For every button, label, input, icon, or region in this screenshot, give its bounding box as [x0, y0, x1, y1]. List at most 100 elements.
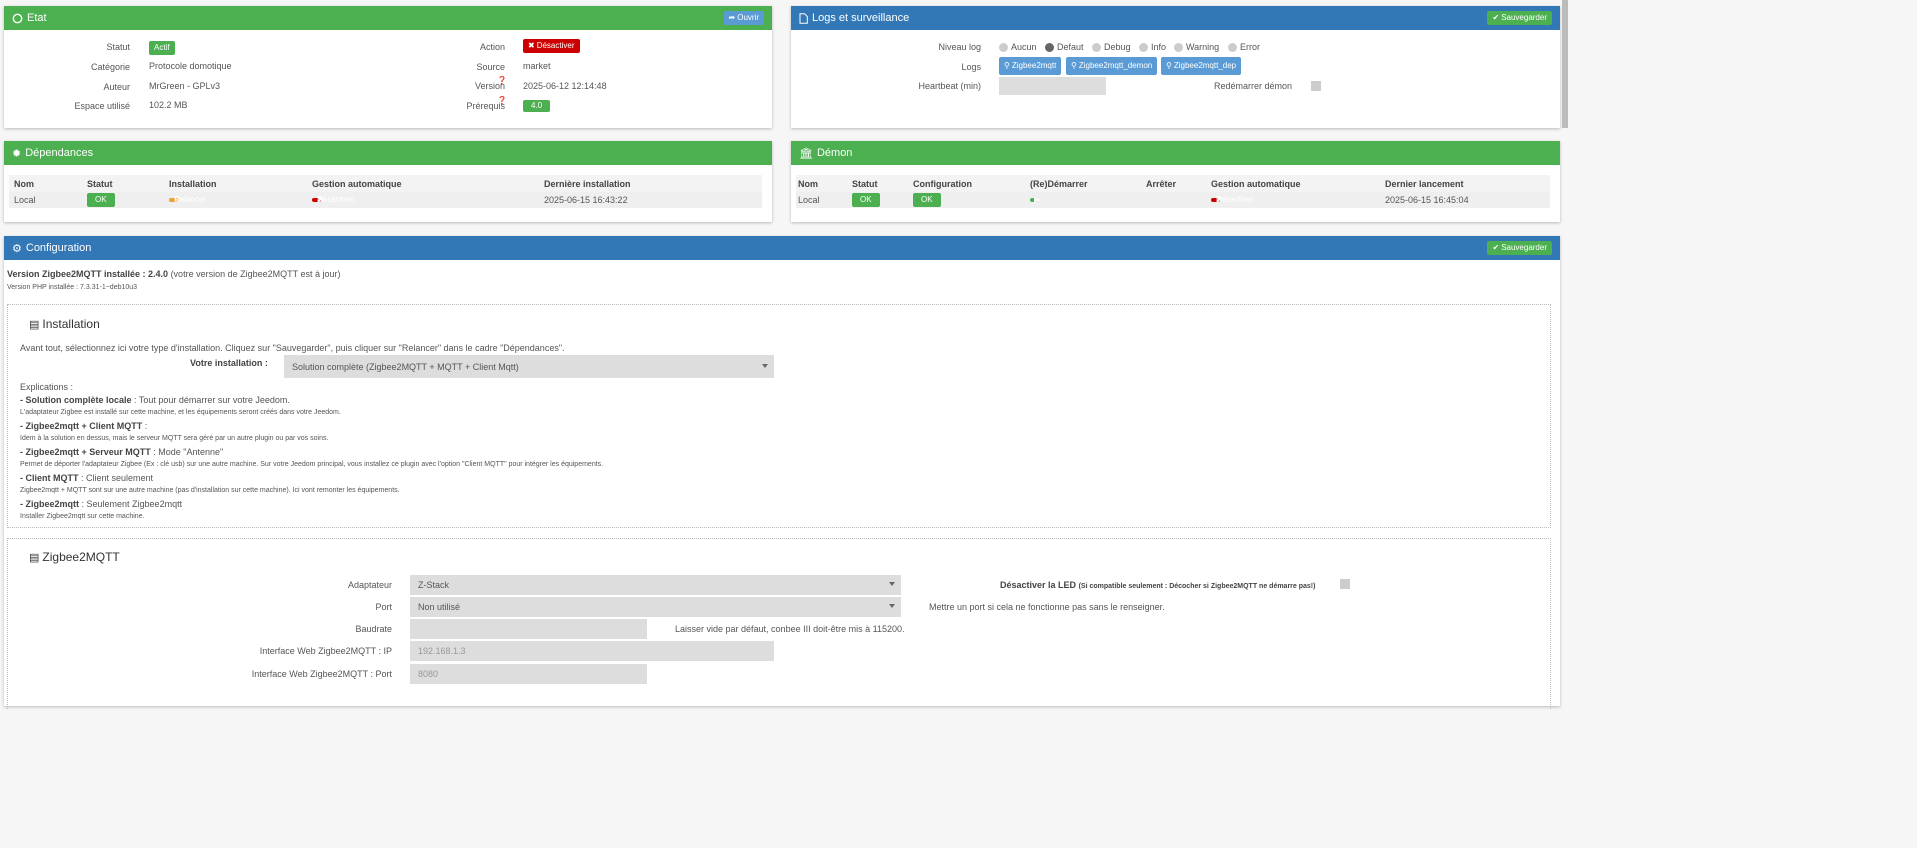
col-header: Configuration	[913, 178, 972, 189]
col-header: Statut	[852, 178, 878, 189]
col-header: (Re)Démarrer	[1030, 178, 1088, 189]
explication-desc: Idem à la solution en dessus, mais le se…	[20, 435, 329, 442]
dependances-panel: ✹ Dépendances Nom Statut Installation Ge…	[4, 141, 772, 222]
radio-selected-icon	[1045, 43, 1054, 53]
table-header-row: Nom Statut Installation Gestion automati…	[9, 175, 762, 192]
log-level-debug[interactable]: Debug	[1092, 42, 1131, 53]
etat-header: Etat ➦ Ouvrir	[4, 6, 772, 30]
log-level-info[interactable]: Info	[1139, 42, 1166, 53]
col-header: Nom	[14, 178, 34, 189]
restart-button[interactable]: ▶	[1030, 195, 1041, 204]
scrollbar[interactable]	[1562, 0, 1568, 128]
certificate-icon: ✹	[12, 147, 22, 160]
radio-icon	[999, 43, 1008, 53]
help-icon[interactable]: ❓	[497, 96, 507, 105]
statut-badge: Actif	[149, 41, 175, 55]
col-header: Dernière installation	[544, 178, 631, 189]
demon-table: Nom Statut Configuration (Re)Démarrer Ar…	[796, 175, 1550, 208]
adaptateur-label: Adaptateur	[347, 580, 392, 590]
demon-configuration-badge: OK	[913, 193, 941, 207]
web-port-label: Interface Web Zigbee2MQTT : Port	[251, 669, 392, 679]
heartbeat-input[interactable]	[999, 77, 1106, 95]
led-label: Désactiver la LED (Si compatible seuleme…	[1000, 580, 1316, 590]
help-icon[interactable]: ❓	[497, 76, 507, 85]
explication-item: - Zigbee2mqtt + Client MQTT :	[20, 421, 148, 431]
list-icon: ▤	[29, 318, 40, 331]
configuration-title: ⚙ Configuration	[12, 242, 92, 255]
auteur-value: MrGreen - GPLv3	[149, 81, 221, 91]
action-label: Action	[479, 42, 505, 52]
etat-title: Etat	[12, 12, 47, 24]
heartbeat-label: Heartbeat (min)	[918, 81, 981, 91]
espace-label: Espace utilisé	[74, 101, 130, 111]
explication-desc: L'adaptateur Zigbee est installé sur cet…	[20, 409, 341, 416]
log-level-defaut[interactable]: Defaut	[1045, 42, 1084, 53]
close-icon: ✖	[528, 41, 535, 50]
version-note: (votre version de Zigbee2MQTT est à jour…	[168, 269, 341, 279]
installation-select[interactable]: Solution complète (Zigbee2MQTT + MQTT + …	[284, 355, 774, 378]
radio-icon	[1228, 43, 1237, 53]
config-save-button[interactable]: ✔ Sauvegarder	[1487, 241, 1552, 255]
web-ip-input[interactable]: 192.168.1.3	[410, 641, 774, 661]
port-select[interactable]: Non utilisé	[410, 597, 901, 617]
circle-icon	[12, 13, 23, 23]
col-header: Gestion automatique	[312, 178, 402, 189]
explication-desc: Zigbee2mqtt + MQTT sont sur une autre ma…	[20, 487, 400, 494]
cogs-icon: ⚙	[12, 242, 22, 255]
radio-icon	[1139, 43, 1148, 53]
explication-item: - Zigbee2mqtt + Serveur MQTT : Mode "Ant…	[20, 447, 224, 457]
logs-title: Logs et surveillance	[799, 12, 909, 24]
prerequis-label: Prérequis	[466, 101, 505, 111]
dependances-title: ✹ Dépendances	[12, 147, 94, 160]
dep-nom: Local	[14, 195, 36, 205]
logs-label: Logs	[961, 62, 981, 72]
logs-save-button[interactable]: ✔ Sauvegarder	[1487, 11, 1552, 25]
paperclip-icon: ⚲	[1004, 61, 1010, 70]
web-ip-label: Interface Web Zigbee2MQTT : IP	[259, 646, 392, 656]
dep-derniere-installation: 2025-06-15 16:43:22	[544, 195, 628, 205]
file-icon	[799, 12, 808, 24]
log-button-dep[interactable]: ⚲ Zigbee2mqtt_dep	[1161, 57, 1242, 75]
logs-panel: Logs et surveillance ✔ Sauvegarder Niveau…	[791, 6, 1560, 128]
caret-down-icon	[889, 604, 895, 608]
prerequis-badge: 4.0	[523, 100, 551, 112]
baudrate-input[interactable]	[410, 619, 647, 639]
log-button-zigbee2mqtt[interactable]: ⚲ Zigbee2mqtt	[999, 57, 1062, 75]
installation-fieldset	[7, 304, 1551, 528]
restart-demon-checkbox[interactable]	[1311, 81, 1321, 91]
demon-panel: 🏛 Démon Nom Statut Configuration (Re)Dém…	[791, 141, 1560, 222]
adaptateur-select[interactable]: Z-Stack	[410, 575, 901, 595]
categorie-value: Protocole domotique	[149, 61, 232, 71]
version-installed: Version Zigbee2MQTT installée : 2.4.0	[7, 269, 169, 279]
desactiver-button[interactable]: ✖ Désactiver	[523, 39, 580, 53]
caret-down-icon	[762, 364, 768, 368]
version-line: Version Zigbee2MQTT installée : 2.4.0 (v…	[7, 269, 340, 279]
port-help: Mettre un port si cela ne fonctionne pas…	[929, 602, 1165, 612]
dep-desactiver-button[interactable]: ✖ Désactiver	[312, 195, 355, 204]
auteur-label: Auteur	[103, 82, 130, 92]
explication-desc: Permet de déporter l'adaptateur Zigbee (…	[20, 461, 604, 468]
radio-icon	[1092, 43, 1101, 53]
logs-header: Logs et surveillance ✔ Sauvegarder	[791, 6, 1560, 30]
relancer-button[interactable]: ⚙ Relancer	[169, 195, 206, 204]
log-level-warning[interactable]: Warning	[1174, 42, 1219, 53]
caret-down-icon	[889, 582, 895, 586]
log-level-error[interactable]: Error	[1228, 42, 1260, 53]
led-checkbox[interactable]	[1340, 579, 1350, 589]
demon-title: 🏛 Démon	[799, 147, 853, 160]
table-row: Local OK ⚙ Relancer ✖ Désactiver 2025-06-1…	[9, 192, 762, 208]
explications-label: Explications :	[20, 382, 74, 392]
col-header: Installation	[169, 178, 217, 189]
baudrate-help: Laisser vide par défaut, conbee III doit…	[675, 624, 905, 634]
open-button[interactable]: ➦ Ouvrir	[723, 11, 764, 25]
dependances-header: ✹ Dépendances	[4, 141, 772, 165]
play-icon: ▶	[1034, 195, 1041, 204]
installation-select-label: Votre installation :	[190, 358, 268, 368]
log-button-demon[interactable]: ⚲ Zigbee2mqtt_demon	[1066, 57, 1158, 75]
restart-demon-label: Redémarrer démon	[1214, 81, 1293, 91]
explication-item: - Zigbee2mqtt : Seulement Zigbee2mqtt	[20, 499, 183, 509]
demon-desactiver-button[interactable]: ✖ Désactiver	[1211, 195, 1254, 204]
table-header-row: Nom Statut Configuration (Re)Démarrer Ar…	[796, 175, 1550, 192]
log-level-aucun[interactable]: Aucun	[999, 42, 1037, 53]
web-port-input[interactable]: 8080	[410, 664, 647, 684]
